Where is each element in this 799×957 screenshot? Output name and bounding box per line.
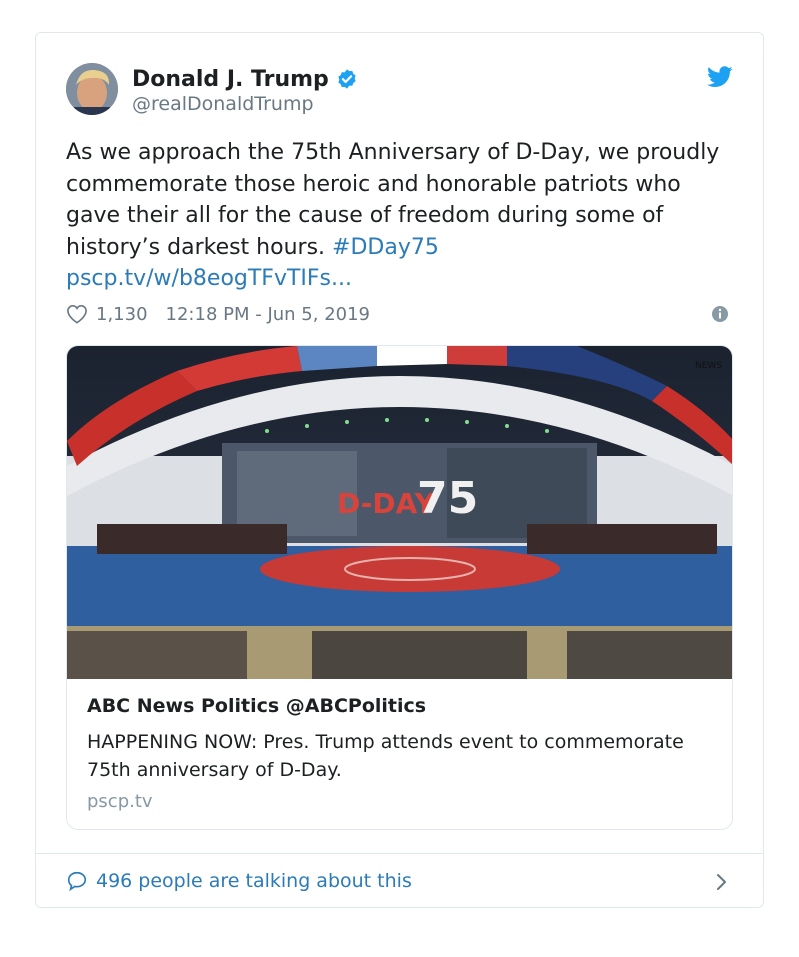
tweet-text: As we approach the 75th Anniversary of D… [66, 137, 726, 295]
talking-count-link[interactable]: 496 people are talking about this [96, 870, 412, 892]
author-row: Donald J. Trump [132, 65, 358, 93]
image-news-logo: NEWS [695, 361, 722, 371]
media-link-card[interactable]: D-DAY 75 NEWS ABC News Politics @ABCPoli… [66, 345, 733, 830]
tweet-embed-card: Donald J. Trump @realDonaldTrump As we a… [35, 32, 764, 908]
media-card-description[interactable]: HAPPENING NOW: Pres. Trump attends event… [87, 728, 697, 784]
media-card-title[interactable]: ABC News Politics @ABCPolitics [87, 695, 426, 717]
tweet-timestamp[interactable]: 12:18 PM - Jun 5, 2019 [166, 304, 370, 325]
conversation-footer[interactable]: 496 people are talking about this [36, 853, 763, 908]
media-image[interactable]: D-DAY 75 NEWS [67, 346, 733, 679]
like-count[interactable]: 1,130 [96, 304, 148, 325]
info-icon[interactable] [711, 305, 729, 323]
hashtag-link[interactable]: #DDay75 [332, 235, 439, 260]
author-name[interactable]: Donald J. Trump [132, 67, 329, 92]
twitter-bird-icon[interactable] [707, 66, 733, 88]
speech-bubble-icon [67, 871, 87, 892]
author-handle[interactable]: @realDonaldTrump [132, 93, 314, 115]
avatar[interactable] [66, 63, 118, 115]
tweet-url-link[interactable]: pscp.tv/w/b8eogTFvTIFs... [66, 266, 352, 291]
image-text-75: 75 [417, 473, 478, 524]
verified-badge-icon [338, 69, 356, 89]
heart-icon[interactable] [66, 304, 88, 324]
media-card-domain[interactable]: pscp.tv [87, 791, 153, 812]
tweet-meta: 1,130 12:18 PM - Jun 5, 2019 [66, 301, 370, 327]
chevron-right-icon[interactable] [715, 872, 729, 892]
